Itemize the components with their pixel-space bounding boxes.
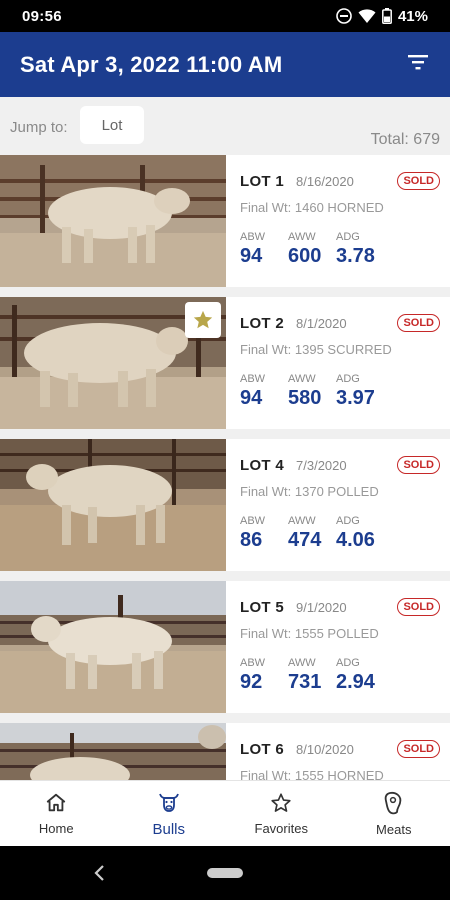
adg-label: ADG [336, 515, 360, 527]
lot-number: LOT 4 [240, 457, 285, 474]
adg-label: ADG [336, 231, 360, 243]
sold-badge: SOLD [397, 456, 440, 474]
lot-number: LOT 1 [240, 173, 285, 190]
lot-jump-input[interactable] [80, 106, 144, 144]
aww-value: 474 [288, 529, 322, 551]
nav-favorites[interactable]: Favorites [225, 781, 338, 846]
bull-photo [0, 581, 226, 713]
final-weight: Final Wt: 1395 SCURRED [240, 342, 392, 357]
home-gesture-pill[interactable] [207, 868, 243, 878]
aww-value: 731 [288, 671, 322, 693]
lot-card[interactable]: LOT 5 9/1/2020 SOLD Final Wt: 1555 POLLE… [0, 581, 450, 713]
wifi-icon [358, 8, 376, 24]
battery-icon [382, 8, 392, 24]
nav-home[interactable]: Home [0, 781, 113, 846]
abw-label: ABW [240, 515, 266, 527]
sold-badge: SOLD [397, 598, 440, 616]
nav-bulls[interactable]: Bulls [113, 781, 226, 846]
final-weight: Final Wt: 1555 POLLED [240, 626, 379, 641]
lot-info: LOT 5 9/1/2020 SOLD Final Wt: 1555 POLLE… [226, 581, 450, 713]
home-icon [45, 792, 67, 817]
aww-label: AWW [288, 373, 316, 385]
bull-icon [157, 790, 181, 817]
status-icons: 41% [336, 8, 428, 25]
lot-date: 7/3/2020 [296, 458, 347, 473]
lot-stats: ABW 94 AWW 580 ADG 3.97 [240, 373, 450, 410]
abw-value: 86 [240, 529, 263, 551]
jump-bar: Jump to: Total: 679 [0, 97, 450, 155]
lot-stats: ABW 92 AWW 731 ADG 2.94 [240, 657, 450, 694]
aww-label: AWW [288, 515, 316, 527]
lot-stats: ABW 86 AWW 474 ADG 4.06 [240, 515, 450, 552]
star-filled-icon [192, 309, 214, 331]
lot-list[interactable]: LOT 1 8/16/2020 SOLD Final Wt: 1460 HORN… [0, 155, 450, 780]
abw-label: ABW [240, 657, 266, 669]
adg-value: 3.78 [336, 245, 375, 267]
bottom-nav: Home Bulls Favorites Meats [0, 780, 450, 846]
abw-label: ABW [240, 231, 266, 243]
lot-date: 8/16/2020 [296, 174, 354, 189]
lot-card[interactable]: LOT 1 8/16/2020 SOLD Final Wt: 1460 HORN… [0, 155, 450, 287]
abw-label: ABW [240, 373, 266, 385]
lot-info: LOT 4 7/3/2020 SOLD Final Wt: 1370 POLLE… [226, 439, 450, 571]
abw-value: 94 [240, 245, 263, 267]
final-weight: Final Wt: 1370 POLLED [240, 484, 379, 499]
jump-label: Jump to: [10, 119, 68, 136]
aww-value: 580 [288, 387, 322, 409]
system-nav-bar [0, 846, 450, 900]
lot-date: 8/1/2020 [296, 316, 347, 331]
adg-value: 3.97 [336, 387, 375, 409]
final-weight: Final Wt: 1555 HORNED [240, 768, 384, 780]
sold-badge: SOLD [397, 314, 440, 332]
star-icon [270, 792, 292, 817]
lot-number: LOT 6 [240, 741, 285, 758]
adg-value: 2.94 [336, 671, 375, 693]
nav-bulls-label: Bulls [152, 820, 185, 838]
nav-favorites-label: Favorites [254, 820, 308, 836]
bull-photo [0, 439, 226, 571]
dnd-icon [336, 8, 352, 24]
bull-photo [0, 155, 226, 287]
back-icon[interactable] [90, 862, 110, 884]
abw-value: 94 [240, 387, 263, 409]
favorite-toggle[interactable] [185, 302, 221, 338]
bull-photo [0, 723, 226, 780]
sold-badge: SOLD [397, 740, 440, 758]
lot-card[interactable]: LOT 2 8/1/2020 SOLD Final Wt: 1395 SCURR… [0, 297, 450, 429]
app-header: Sat Apr 3, 2022 11:00 AM [0, 32, 450, 97]
bull-photo [0, 297, 226, 429]
lot-number: LOT 2 [240, 315, 285, 332]
abw-value: 92 [240, 671, 263, 693]
lot-card[interactable]: LOT 6 8/10/2020 SOLD Final Wt: 1555 HORN… [0, 723, 450, 780]
nav-meats[interactable]: Meats [338, 781, 450, 846]
lot-info: LOT 2 8/1/2020 SOLD Final Wt: 1395 SCURR… [226, 297, 450, 429]
lot-card[interactable]: LOT 4 7/3/2020 SOLD Final Wt: 1370 POLLE… [0, 439, 450, 571]
lot-date: 8/10/2020 [296, 742, 354, 757]
final-weight: Final Wt: 1460 HORNED [240, 200, 384, 215]
lot-number: LOT 5 [240, 599, 285, 616]
nav-meats-label: Meats [376, 821, 412, 837]
adg-label: ADG [336, 373, 360, 385]
meat-icon [383, 791, 405, 818]
lot-info: LOT 6 8/10/2020 SOLD Final Wt: 1555 HORN… [226, 723, 450, 780]
status-time: 09:56 [22, 7, 62, 25]
aww-label: AWW [288, 657, 316, 669]
nav-home-label: Home [38, 820, 74, 836]
sold-badge: SOLD [397, 172, 440, 190]
adg-label: ADG [336, 657, 360, 669]
status-bar: 09:56 41% [0, 0, 450, 32]
aww-label: AWW [288, 231, 316, 243]
lot-stats: ABW 94 AWW 600 ADG 3.78 [240, 231, 450, 268]
aww-value: 600 [288, 245, 322, 267]
page-title: Sat Apr 3, 2022 11:00 AM [20, 51, 283, 77]
lot-date: 9/1/2020 [296, 600, 347, 615]
adg-value: 4.06 [336, 529, 375, 551]
lot-info: LOT 1 8/16/2020 SOLD Final Wt: 1460 HORN… [226, 155, 450, 287]
filter-icon [407, 53, 429, 76]
battery-percent: 41% [397, 7, 428, 25]
filter-button[interactable] [400, 47, 436, 83]
total-count: Total: 679 [370, 131, 440, 148]
